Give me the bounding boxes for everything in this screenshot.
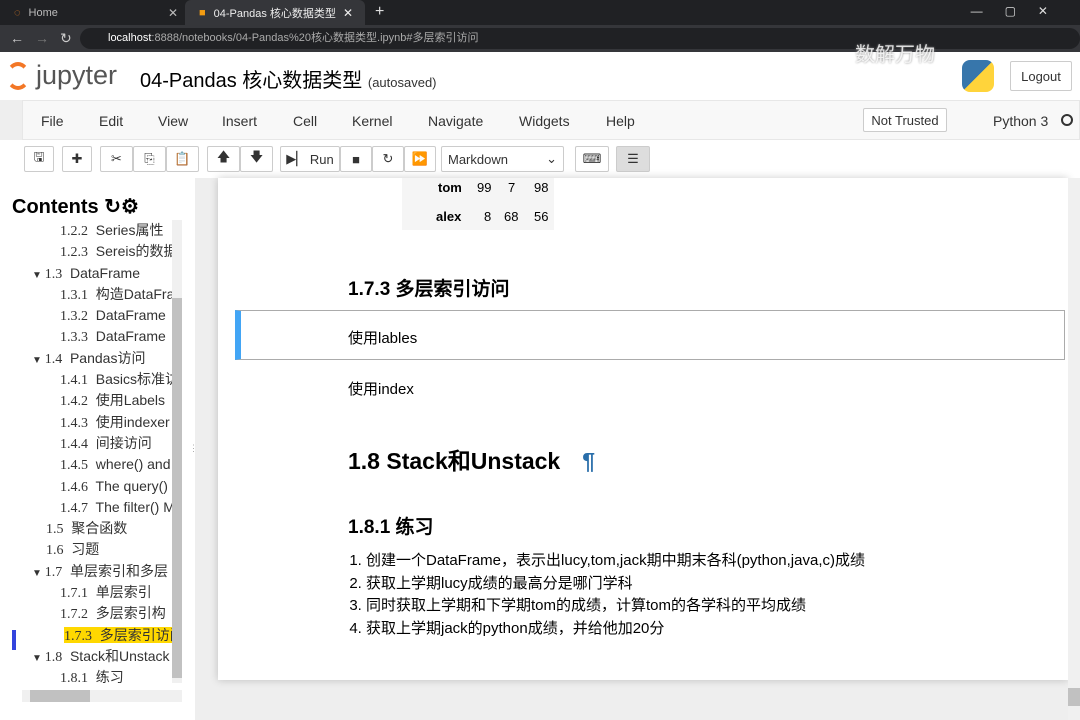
toc-item[interactable]: 1.4.2 使用Labels: [0, 390, 172, 411]
window-controls[interactable]: —▢✕: [971, 4, 1070, 18]
toc-item[interactable]: 1.3.3 DataFrame: [0, 326, 172, 347]
reload-icon[interactable]: ↻: [60, 30, 72, 47]
exercise-list: 创建一个DataFrame，表示出lucy,tom,jack期中期末各科(pyt…: [366, 550, 865, 640]
toc-item[interactable]: 1.3.2 DataFrame: [0, 305, 172, 326]
jupyter-logo[interactable]: jupyter: [36, 60, 117, 91]
browser-tabbar: ◌ Home ✕ ■ 04-Pandas 核心数据类型 ✕ + —▢✕: [0, 0, 1080, 25]
toc-item[interactable]: 1.4.7 The filter() M: [0, 497, 172, 518]
toc-list: 1.2.2 Series属性 1.2.3 Sereis的数据 ▼ 1.3 DataF…: [0, 220, 172, 683]
toc-item[interactable]: 1.7.2 多层索引构: [0, 603, 172, 624]
heading-1-8-1: 1.8.1 练习: [348, 517, 434, 538]
close-icon[interactable]: ✕: [343, 6, 353, 20]
run-button[interactable]: ▶▏ Run: [280, 146, 340, 172]
dataframe-output: tom 99 7 98 alex 8 68 56: [402, 178, 554, 230]
tab-home[interactable]: ◌ Home ✕: [0, 0, 190, 25]
list-item: 获取上学期jack的python成绩，并给他加20分: [366, 618, 865, 641]
back-icon[interactable]: ←: [10, 30, 24, 46]
restart-icon[interactable]: ↻: [372, 146, 404, 172]
watermark: 数解万物: [855, 44, 935, 66]
toc-sidebar: Contents ↻⚙ 1.2.2 Series属性 1.2.3 Sereis的数…: [0, 178, 198, 720]
toc-item[interactable]: 1.5 聚合函数: [0, 518, 172, 539]
toc-scrollbar[interactable]: [172, 220, 182, 683]
notebook-container: tom 99 7 98 alex 8 68 56 1.7.3 多层索引访问 使用…: [218, 178, 1068, 680]
active-marker: [12, 630, 16, 650]
paste-icon[interactable]: 📋: [166, 146, 199, 172]
jupyter-logo-icon: [6, 62, 30, 90]
toc-item[interactable]: 1.7.3 多层索引访问: [0, 625, 172, 646]
new-tab-button[interactable]: +: [375, 3, 384, 21]
anchor-link[interactable]: ¶: [582, 448, 595, 474]
menu-file[interactable]: File: [41, 113, 64, 129]
heading-1-8: 1.8 Stack和Unstack ¶: [348, 448, 596, 474]
menu-bar: File Edit View Insert Cell Kernel Naviga…: [22, 100, 1080, 140]
markdown-text: 使用lables: [348, 330, 418, 347]
menu-help[interactable]: Help: [606, 113, 635, 129]
toc-item[interactable]: 1.4.4 间接访问: [0, 433, 172, 454]
add-cell-icon[interactable]: ✚: [62, 146, 92, 172]
trust-button[interactable]: Not Trusted: [863, 108, 947, 132]
toc-toggle-icon[interactable]: ☰: [616, 146, 650, 172]
toc-item[interactable]: ▼ 1.8 Stack和Unstack: [0, 646, 172, 667]
toc-item[interactable]: 1.2.3 Sereis的数据: [0, 241, 172, 262]
toc-title: Contents ↻⚙: [12, 196, 139, 218]
keyboard-icon[interactable]: ⌨: [575, 146, 609, 172]
kernel-status-icon: [1061, 114, 1073, 126]
gear-icon[interactable]: ⚙: [121, 196, 139, 218]
stop-icon[interactable]: ■: [340, 146, 372, 172]
toc-item[interactable]: ▼ 1.4 Pandas访问: [0, 348, 172, 369]
list-item: 创建一个DataFrame，表示出lucy,tom,jack期中期末各科(pyt…: [366, 550, 865, 573]
menu-kernel[interactable]: Kernel: [352, 113, 392, 129]
forward-icon[interactable]: →: [35, 30, 49, 46]
markdown-text: 使用index: [348, 381, 414, 398]
page-scrollbar[interactable]: [1068, 178, 1080, 720]
menu-cell[interactable]: Cell: [293, 113, 317, 129]
close-icon[interactable]: ✕: [168, 6, 178, 20]
list-item: 获取上学期lucy成绩的最高分是哪门学科: [366, 573, 865, 596]
jupyter-icon: ◌: [14, 6, 21, 19]
cut-icon[interactable]: ✂: [100, 146, 133, 172]
toc-item[interactable]: 1.8.1 练习: [0, 667, 172, 683]
toc-item[interactable]: ▼ 1.7 单层索引和多层: [0, 561, 172, 582]
list-item: 同时获取上学期和下学期tom的成绩，计算tom的各学科的平均成绩: [366, 595, 865, 618]
notebook-title[interactable]: 04-Pandas 核心数据类型 (autosaved): [140, 64, 437, 93]
toc-item[interactable]: 1.3.1 构造DataFrame: [0, 284, 172, 305]
python-logo-icon: [962, 60, 994, 92]
menu-widgets[interactable]: Widgets: [519, 113, 570, 129]
move-down-icon[interactable]: 🡇: [240, 146, 273, 172]
heading-1-7-3: 1.7.3 多层索引访问: [348, 279, 510, 300]
menu-navigate[interactable]: Navigate: [428, 113, 483, 129]
toc-item[interactable]: 1.2.2 Series属性: [0, 220, 172, 241]
toc-item[interactable]: 1.4.1 Basics标准访问: [0, 369, 172, 390]
kernel-name: Python 3: [993, 113, 1049, 129]
save-icon[interactable]: 🖫: [24, 146, 54, 172]
menu-edit[interactable]: Edit: [99, 113, 123, 129]
toc-item[interactable]: ▼ 1.3 DataFrame: [0, 263, 172, 284]
toolbar: 🖫 ✚ ✂ ⎘ 📋 🡅 🡇 ▶▏ Run ■ ↻ ⏩ Markdown ⌄ ⌨ ☰: [0, 140, 1080, 178]
menu-view[interactable]: View: [158, 113, 188, 129]
tab-notebook[interactable]: ■ 04-Pandas 核心数据类型 ✕: [185, 0, 365, 25]
toc-hscrollbar[interactable]: [22, 690, 182, 702]
toc-item[interactable]: 1.7.1 单层索引: [0, 582, 172, 603]
move-up-icon[interactable]: 🡅: [207, 146, 240, 172]
book-icon: ■: [199, 6, 206, 19]
logout-button[interactable]: Logout: [1010, 61, 1072, 91]
toc-item[interactable]: 1.4.5 where() and: [0, 454, 172, 475]
resize-handle[interactable]: ⋮: [189, 443, 198, 454]
toc-item[interactable]: 1.4.3 使用indexer: [0, 412, 172, 433]
cell-type-select[interactable]: Markdown ⌄: [441, 146, 564, 172]
restart-run-all-icon[interactable]: ⏩: [404, 146, 436, 172]
notebook-header: jupyter 04-Pandas 核心数据类型 (autosaved) 数解万…: [0, 44, 1080, 100]
toc-item[interactable]: 1.6 习题: [0, 539, 172, 560]
refresh-icon[interactable]: ↻: [104, 196, 121, 218]
copy-icon[interactable]: ⎘: [133, 146, 166, 172]
toc-item[interactable]: 1.4.6 The query(): [0, 476, 172, 497]
menu-insert[interactable]: Insert: [222, 113, 257, 129]
